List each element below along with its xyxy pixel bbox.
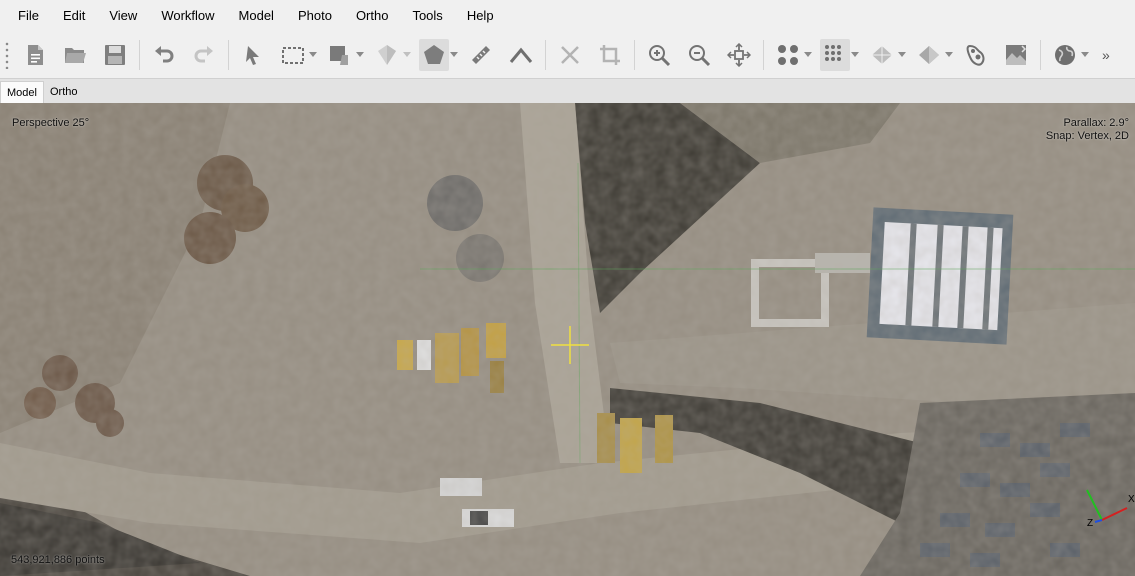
- mesh-icon: [872, 45, 892, 64]
- 3d-shape-dropdown[interactable]: [402, 39, 412, 71]
- viewport-info: Parallax: 2.9° Snap: Vertex, 2D: [1046, 117, 1129, 143]
- mesh-button[interactable]: [867, 39, 897, 71]
- navigation-button[interactable]: [238, 39, 268, 71]
- globe-dropdown[interactable]: [1080, 39, 1090, 71]
- ruler-icon: [472, 45, 490, 64]
- toolbar-separator: [763, 39, 764, 70]
- navigation-pointer-icon: [246, 45, 259, 65]
- menu-bar: File Edit View Workflow Model Photo Orth…: [0, 0, 1135, 32]
- view-tabs: Model Ortho: [0, 78, 1135, 104]
- reset-view-button[interactable]: [724, 39, 754, 71]
- tab-model[interactable]: Model: [0, 81, 44, 104]
- crop-icon: [600, 44, 620, 65]
- toolbar-separator: [634, 39, 635, 70]
- point-cloud-button[interactable]: [773, 39, 803, 71]
- globe-button[interactable]: [1050, 39, 1080, 71]
- polygon-button[interactable]: [419, 38, 449, 71]
- save-icon: [105, 44, 125, 65]
- textured-mesh-button[interactable]: [914, 39, 944, 71]
- undo-button[interactable]: [149, 39, 179, 71]
- menu-edit[interactable]: Edit: [51, 0, 97, 32]
- chevron-down-icon: [945, 51, 953, 57]
- undo-icon: [155, 45, 174, 62]
- open-folder-icon: [65, 47, 86, 63]
- snap-readout: Snap: Vertex, 2D: [1045, 130, 1129, 142]
- menu-view[interactable]: View: [97, 0, 149, 32]
- crosshair-icon: [551, 326, 589, 364]
- parallax-readout: Parallax: 2.9°: [1063, 117, 1129, 129]
- chevron-down-icon: [898, 51, 906, 57]
- 3d-shape-button[interactable]: [372, 39, 402, 71]
- crop-button[interactable]: [595, 39, 625, 71]
- draw-shape-icon: [330, 45, 348, 65]
- dense-cloud-button[interactable]: [820, 38, 850, 71]
- menu-ortho[interactable]: Ortho: [344, 0, 401, 32]
- delete-selection-icon: [561, 45, 579, 64]
- save-button[interactable]: [100, 39, 130, 71]
- toolbar-separator: [545, 39, 546, 70]
- angle-icon: [509, 47, 533, 63]
- textured-mesh-icon: [919, 45, 939, 64]
- dense-cloud-dropdown[interactable]: [850, 39, 860, 71]
- toolbar-grip-icon[interactable]: [5, 40, 9, 69]
- open-button[interactable]: [60, 39, 90, 71]
- menu-tools[interactable]: Tools: [400, 0, 454, 32]
- chevron-down-icon: [356, 51, 364, 57]
- menu-model[interactable]: Model: [227, 0, 286, 32]
- delete-selection-button[interactable]: [555, 39, 585, 71]
- chevron-down-icon: [1081, 51, 1089, 57]
- point-cloud-icon: [778, 44, 798, 65]
- draw-shape-dropdown[interactable]: [355, 39, 365, 71]
- reset-view-icon: [727, 42, 751, 67]
- ruler-button[interactable]: [466, 39, 496, 71]
- chevron-down-icon: [403, 51, 411, 57]
- dense-cloud-icon: [825, 44, 841, 61]
- chevron-down-icon: [450, 51, 458, 57]
- rectangle-selection-dropdown[interactable]: [308, 39, 318, 71]
- axis-x-label: X: [1128, 494, 1135, 505]
- rectangle-selection-icon: [282, 46, 304, 64]
- menu-file[interactable]: File: [0, 0, 51, 32]
- tab-ortho[interactable]: Ortho: [44, 81, 84, 103]
- new-document-icon: [28, 44, 43, 65]
- 3d-shape-icon: [378, 44, 396, 65]
- toolbar-overflow-icon[interactable]: »: [1102, 47, 1110, 63]
- polygon-dropdown[interactable]: [449, 39, 459, 71]
- toolbar-separator: [228, 39, 229, 70]
- zoom-in-button[interactable]: [644, 39, 674, 71]
- axis-gizmo-icon: X Z: [1086, 489, 1135, 529]
- polygon-icon: [424, 44, 444, 64]
- angle-button[interactable]: [506, 39, 536, 71]
- point-cloud-dropdown[interactable]: [803, 39, 813, 71]
- tiled-model-icon: [966, 44, 985, 66]
- mesh-dropdown[interactable]: [897, 39, 907, 71]
- axis-z-label: Z: [1087, 518, 1093, 529]
- globe-icon: [1055, 44, 1075, 65]
- zoom-out-button[interactable]: [684, 39, 714, 71]
- new-document-button[interactable]: [20, 39, 50, 71]
- toolbar-separator: [1040, 39, 1041, 70]
- menu-photo[interactable]: Photo: [286, 0, 344, 32]
- textured-mesh-dropdown[interactable]: [944, 39, 954, 71]
- redo-button[interactable]: [189, 39, 219, 71]
- zoom-out-icon: [689, 44, 711, 66]
- dem-button[interactable]: [1001, 39, 1031, 71]
- toolbar-separator: [139, 39, 140, 70]
- menu-help[interactable]: Help: [455, 0, 506, 32]
- model-viewport[interactable]: Perspective 25° Parallax: 2.9° Snap: Ver…: [0, 103, 1135, 576]
- zoom-in-icon: [649, 44, 671, 66]
- point-count: 543,921,886 points: [11, 554, 105, 566]
- main-toolbar: »: [0, 33, 1135, 76]
- rectangle-selection-button[interactable]: [278, 39, 308, 71]
- dem-icon: [1006, 44, 1027, 65]
- tiled-model-button[interactable]: [961, 39, 991, 71]
- draw-shape-button[interactable]: [325, 39, 355, 71]
- redo-icon: [194, 45, 213, 62]
- perspective-readout: Perspective 25°: [12, 117, 90, 129]
- menu-workflow[interactable]: Workflow: [149, 0, 226, 32]
- chevron-down-icon: [804, 51, 812, 57]
- chevron-down-icon: [851, 51, 859, 57]
- chevron-down-icon: [309, 51, 317, 57]
